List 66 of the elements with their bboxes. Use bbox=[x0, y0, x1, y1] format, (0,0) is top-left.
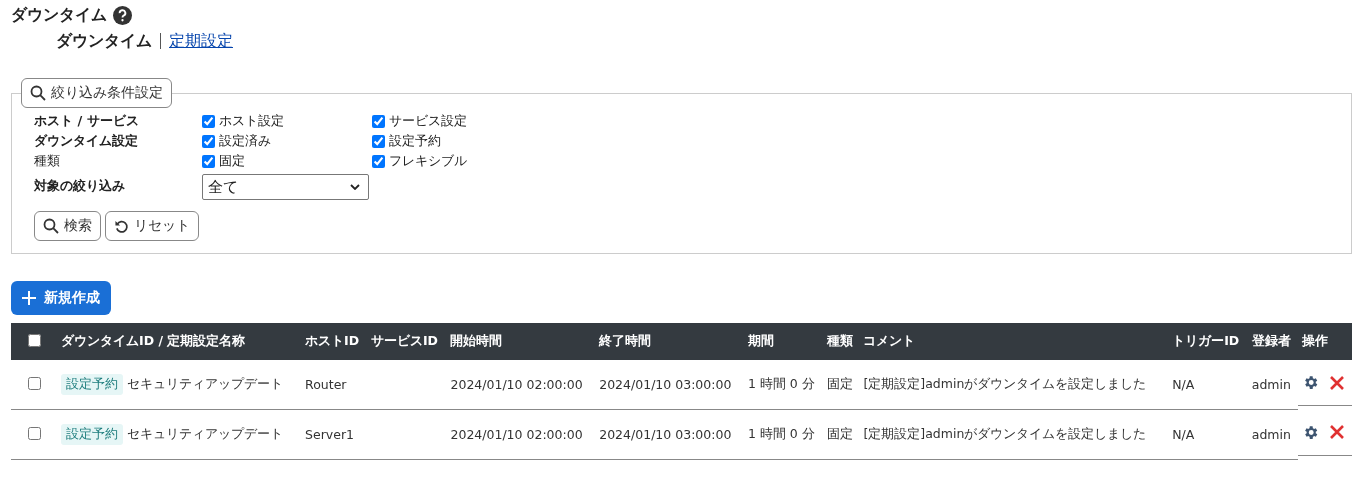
close-icon[interactable] bbox=[1328, 424, 1345, 440]
search-button[interactable]: 検索 bbox=[34, 211, 101, 241]
column-header: 期間 bbox=[743, 323, 824, 360]
filter-label: ダウンタイム設定 bbox=[34, 132, 139, 150]
checkbox[interactable] bbox=[202, 154, 215, 168]
table-cell: セキュリティアップデート bbox=[127, 426, 283, 443]
table-cell: admin bbox=[1251, 377, 1291, 392]
column-header: ダウンタイムID / 定期設定名称 bbox=[57, 323, 302, 360]
table-cell: 1 時間 0 分 bbox=[747, 426, 815, 441]
search-icon bbox=[43, 218, 59, 234]
checkbox-label: 設定済み bbox=[219, 132, 271, 150]
table-cell: 2024/01/10 02:00:00 bbox=[450, 427, 583, 442]
filter-label: ホスト / サービス bbox=[34, 112, 140, 130]
column-header: トリガーID bbox=[1168, 323, 1248, 360]
table-cell: Router bbox=[305, 377, 347, 392]
current-tab[interactable]: ダウンタイム bbox=[56, 30, 152, 52]
reset-button[interactable]: リセット bbox=[105, 211, 199, 241]
row-checkbox[interactable] bbox=[27, 426, 41, 440]
table-cell: 固定 bbox=[827, 376, 854, 391]
checkbox-label: サービス設定 bbox=[389, 112, 467, 130]
select-all-checkbox[interactable] bbox=[27, 333, 41, 347]
checkbox[interactable] bbox=[372, 154, 385, 168]
column-header: 開始時間 bbox=[446, 323, 596, 360]
table-cell: [定期設定]adminがダウンタイムを設定しました bbox=[863, 376, 1147, 391]
checkbox[interactable] bbox=[202, 114, 215, 128]
page-title: ダウンタイム bbox=[11, 4, 107, 26]
table-cell: N/A bbox=[1172, 377, 1195, 392]
checkbox[interactable] bbox=[372, 114, 385, 128]
tab-link[interactable]: 定期設定 bbox=[169, 30, 233, 52]
column-header: 種類 bbox=[823, 323, 860, 360]
filter-toggle-button[interactable]: 絞り込み条件設定 bbox=[21, 78, 172, 108]
column-header: サービスID bbox=[366, 323, 447, 360]
checkbox[interactable] bbox=[202, 134, 215, 148]
status-tag: 設定予約 bbox=[61, 374, 123, 395]
table-cell: 1 時間 0 分 bbox=[747, 376, 815, 391]
table-cell: 2024/01/10 03:00:00 bbox=[599, 377, 732, 392]
checkbox[interactable] bbox=[372, 134, 385, 148]
close-icon[interactable] bbox=[1328, 374, 1345, 391]
table-cell: N/A bbox=[1172, 427, 1195, 442]
create-button[interactable]: 新規作成 bbox=[11, 281, 111, 315]
table-cell: 固定 bbox=[827, 426, 854, 441]
checkbox-label: 設定予約 bbox=[389, 132, 441, 150]
column-header: 登録者 bbox=[1247, 323, 1298, 360]
table-cell: セキュリティアップデート bbox=[127, 376, 283, 393]
table-cell: 2024/01/10 02:00:00 bbox=[450, 377, 583, 392]
search-icon bbox=[30, 85, 46, 101]
column-header: 操作 bbox=[1297, 323, 1352, 360]
table-cell: 2024/01/10 03:00:00 bbox=[599, 427, 732, 442]
plus-icon bbox=[22, 291, 36, 305]
column-header: 終了時間 bbox=[595, 323, 744, 360]
row-checkbox[interactable] bbox=[27, 376, 41, 390]
checkbox-label: ホスト設定 bbox=[219, 112, 284, 130]
target-dropdown[interactable]: 全て bbox=[202, 174, 369, 200]
undo-icon bbox=[114, 218, 129, 234]
checkbox-label: 固定 bbox=[219, 152, 245, 170]
help-icon[interactable] bbox=[113, 5, 132, 25]
status-tag: 設定予約 bbox=[61, 424, 123, 445]
column-header: ホストID bbox=[301, 323, 367, 360]
filter-label: 対象の絞り込み bbox=[34, 177, 126, 195]
chevron-down-icon bbox=[350, 184, 360, 190]
filter-label: 種類 bbox=[34, 152, 61, 170]
column-header: コメント bbox=[859, 323, 1169, 360]
table-cell: [定期設定]adminがダウンタイムを設定しました bbox=[863, 426, 1147, 441]
table-cell: Server1 bbox=[305, 427, 354, 442]
checkbox-label: フレキシブル bbox=[389, 152, 467, 170]
table-cell: admin bbox=[1251, 427, 1291, 442]
